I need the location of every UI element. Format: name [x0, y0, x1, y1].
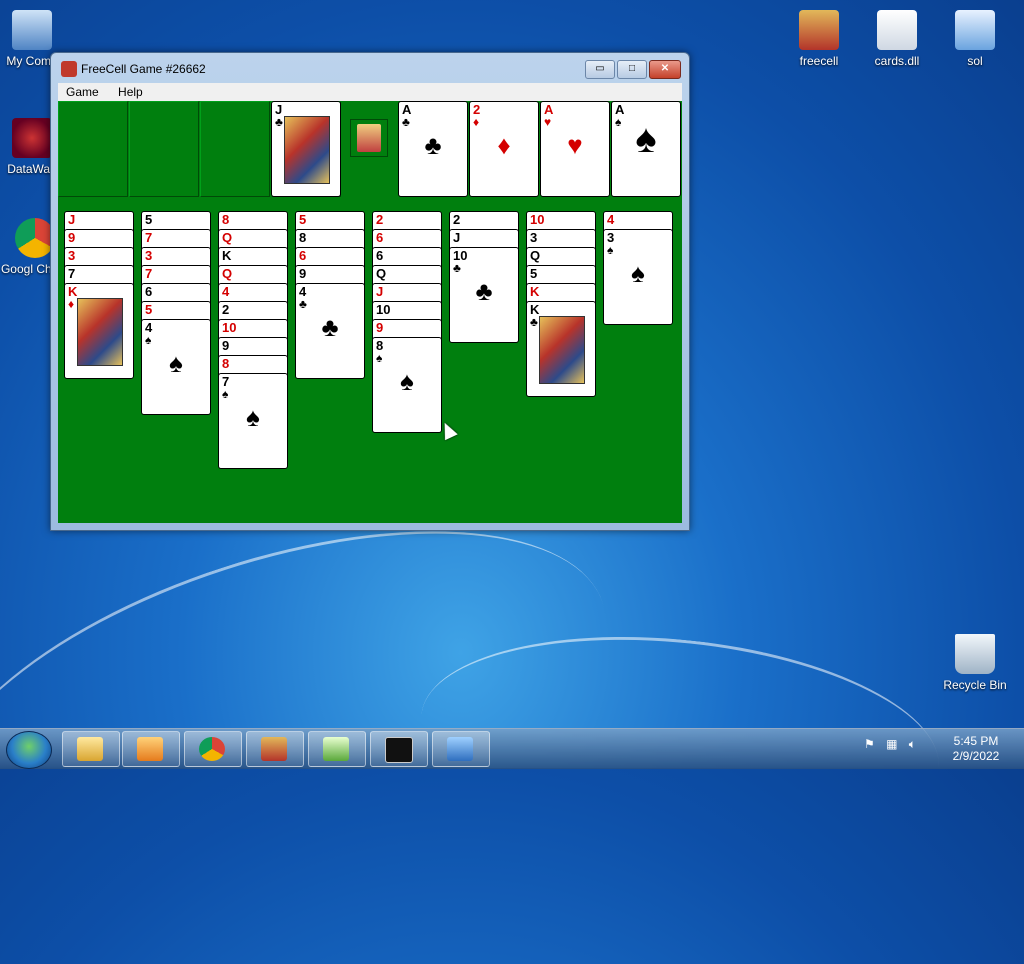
game-board: J ♣ A ♣ ♣ 2 ♦ ♦ A ♥ ♥ A ♠ ♠ J♥9♥3♥7♠K♦5♠…	[58, 101, 682, 523]
freecell-icon	[799, 10, 839, 50]
desktop-icon-label: cards.dll	[874, 54, 920, 68]
media-player-icon	[137, 737, 163, 761]
foundation-card[interactable]: 2 ♦ ♦	[469, 101, 539, 197]
court-card-face-icon	[539, 316, 585, 384]
freecell-window[interactable]: FreeCell Game #26662 ▭ □ ✕ Game Help J ♣…	[50, 52, 690, 531]
desktop-icon-cards-dll[interactable]: cards.dll	[857, 10, 937, 68]
card-center-suit: ♣	[321, 312, 339, 342]
king-indicator-icon	[350, 119, 388, 157]
card-suit: ♠	[145, 333, 152, 347]
card-center-suit: ♣	[424, 130, 442, 160]
card-center-suit: ♠	[635, 117, 657, 161]
foundation-card[interactable]: A ♣ ♣	[398, 101, 468, 197]
window-titlebar[interactable]: FreeCell Game #26662 ▭ □ ✕	[51, 53, 689, 83]
taskbar-freecell-button[interactable]	[246, 731, 304, 767]
tableau-card[interactable]: 8 ♠ ♠	[372, 337, 442, 433]
taskbar-cmd-button[interactable]	[370, 731, 428, 767]
taskbar-explorer-button[interactable]	[62, 731, 120, 767]
card-center-suit: ♠	[631, 258, 645, 288]
action-center-icon[interactable]: ⚑	[864, 737, 875, 751]
system-tray: ⚑ ▦ 🔈︎	[864, 737, 916, 752]
desktop-icon-label: sol	[967, 54, 983, 68]
chrome-icon	[199, 737, 225, 761]
card-center-suit: ♠	[169, 348, 183, 378]
datawag-icon	[12, 118, 52, 158]
card-center-suit: ♣	[475, 276, 493, 306]
folder-icon	[77, 737, 103, 761]
desktop-icon-recycle-bin[interactable]: Recycle Bin	[935, 634, 1015, 692]
card-suit: ♣	[530, 315, 538, 329]
card-suit: ♦	[68, 297, 75, 311]
tableau-card[interactable]: 3 ♠ ♠	[603, 229, 673, 325]
free-cell[interactable]	[58, 101, 128, 197]
free-cell[interactable]	[129, 101, 199, 197]
court-card-face-icon	[77, 298, 123, 366]
notepad-icon	[323, 737, 349, 761]
clock-time: 5:45 PM	[953, 734, 999, 748]
volume-icon[interactable]: 🔈︎	[909, 737, 916, 751]
tableau-card[interactable]: 4 ♣ ♣	[295, 283, 365, 379]
clock[interactable]: 5:45 PM 2/9/2022	[936, 734, 1016, 764]
minimize-button[interactable]: ▭	[585, 60, 615, 79]
taskbar: ⚑ ▦ 🔈︎ 5:45 PM 2/9/2022	[0, 728, 1024, 769]
menu-bar: Game Help	[58, 83, 682, 101]
freecell-card[interactable]: J ♣	[271, 101, 341, 197]
tableau-card[interactable]: K ♦	[64, 283, 134, 379]
clock-date: 2/9/2022	[952, 749, 1000, 763]
card-center-suit: ♥	[567, 130, 583, 160]
recycle-bin-icon	[955, 634, 995, 674]
taskbar-media-button[interactable]	[122, 731, 180, 767]
sol-icon	[955, 10, 995, 50]
foundation-card[interactable]: A ♠ ♠	[611, 101, 681, 197]
card-suit: ♣	[453, 261, 461, 275]
taskbar-notepad-button[interactable]	[308, 731, 366, 767]
card-center-suit: ♦	[497, 130, 511, 160]
freecell-icon	[261, 737, 287, 761]
network-globe-icon	[447, 737, 473, 761]
jack-face-icon	[284, 116, 330, 184]
card-suit: ♠	[222, 387, 229, 401]
menu-help[interactable]: Help	[110, 83, 151, 101]
network-icon[interactable]: ▦	[886, 737, 897, 751]
card-center-suit: ♠	[246, 402, 260, 432]
card-suit: ♠	[376, 351, 383, 365]
taskbar-chrome-button[interactable]	[184, 731, 242, 767]
card-center-suit: ♠	[400, 366, 414, 396]
foundation-card[interactable]: A ♥ ♥	[540, 101, 610, 197]
free-cell[interactable]	[200, 101, 270, 197]
card-suit: ♣	[299, 297, 307, 311]
freecell-app-icon	[61, 61, 77, 77]
start-button[interactable]	[6, 731, 52, 769]
desktop-icon-freecell[interactable]: freecell	[779, 10, 859, 68]
command-prompt-icon	[385, 737, 413, 763]
chrome-icon	[15, 218, 55, 258]
desktop-icon-label: freecell	[799, 54, 839, 68]
dll-file-icon	[877, 10, 917, 50]
card-suit: ♣	[402, 115, 410, 129]
tableau-card[interactable]: 4 ♠ ♠	[141, 319, 211, 415]
desktop-icon-label: Recycle Bin	[943, 678, 1007, 692]
card-suit: ♦	[473, 115, 480, 129]
window-title: FreeCell Game #26662	[81, 62, 206, 76]
computer-icon	[12, 10, 52, 50]
card-suit: ♥	[544, 115, 552, 129]
tableau-card[interactable]: 7 ♠ ♠	[218, 373, 288, 469]
tableau-card[interactable]: 10 ♣ ♣	[449, 247, 519, 343]
menu-game[interactable]: Game	[58, 83, 107, 101]
close-button[interactable]: ✕	[649, 60, 681, 79]
card-suit: ♣	[275, 115, 283, 129]
desktop-icon-sol[interactable]: sol	[935, 10, 1015, 68]
maximize-button[interactable]: □	[617, 60, 647, 79]
taskbar-network-button[interactable]	[432, 731, 490, 767]
tableau-card[interactable]: K ♣	[526, 301, 596, 397]
card-suit: ♠	[607, 243, 614, 257]
